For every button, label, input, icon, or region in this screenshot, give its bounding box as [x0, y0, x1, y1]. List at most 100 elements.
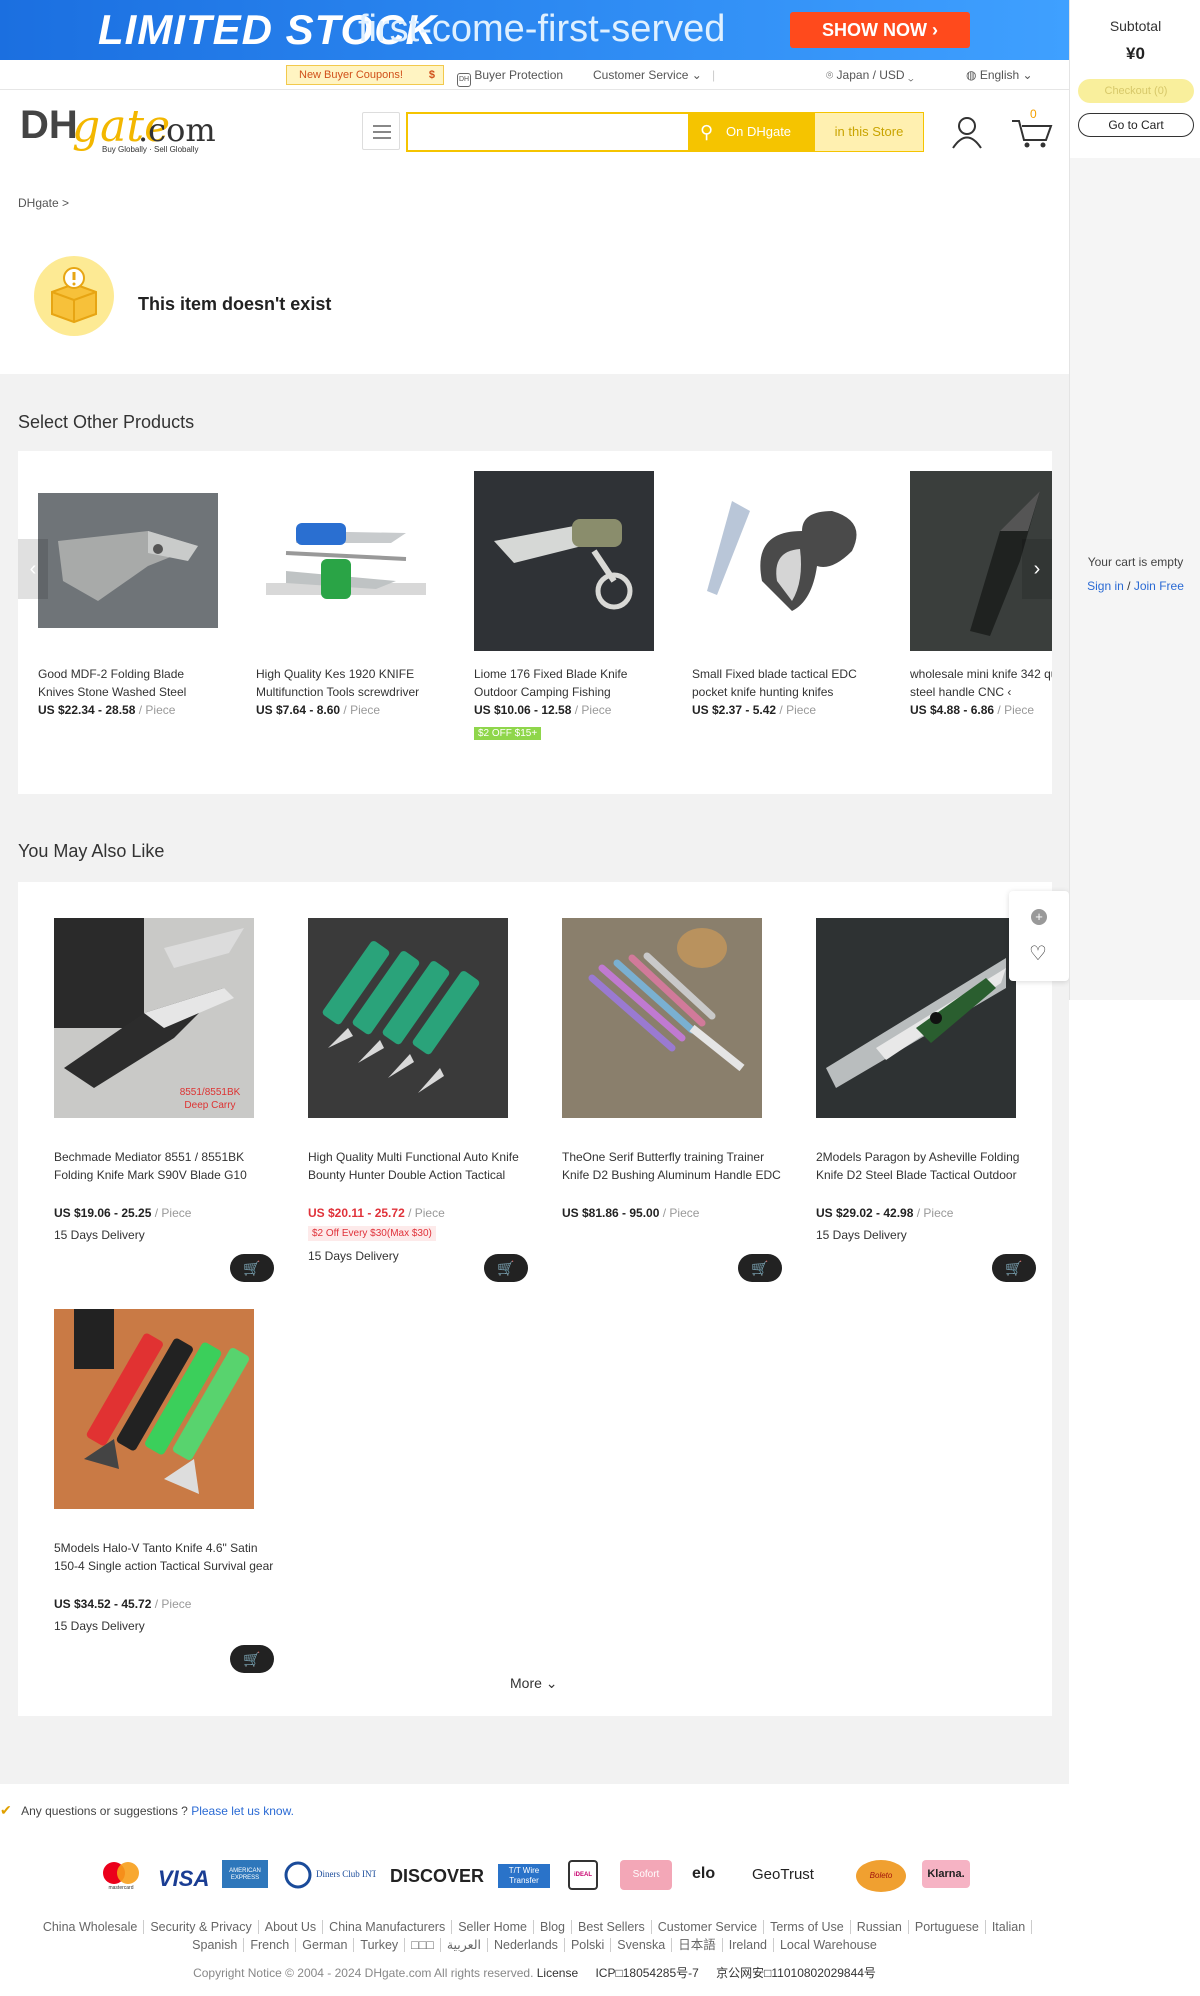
product-card[interactable]: 5Models Halo-V Tanto Knife 4.6" Satin 15…: [34, 1309, 274, 1673]
cart-plus-icon: 🛒: [1005, 1260, 1023, 1276]
add-to-cart-button[interactable]: 🛒: [230, 1645, 274, 1673]
customer-service-menu[interactable]: Customer Service ⌄: [593, 68, 702, 82]
footer-link[interactable]: Seller Home: [452, 1920, 534, 1934]
checkout-button[interactable]: Checkout (0): [1078, 79, 1194, 103]
footer-link[interactable]: German: [296, 1938, 355, 1952]
price-value: US $2.37 - 5.42: [692, 703, 777, 717]
footer-link[interactable]: French: [244, 1938, 297, 1952]
add-to-cart-button[interactable]: 🛒: [230, 1254, 274, 1282]
price-value: US $19.06 - 25.25: [54, 1206, 152, 1220]
region-currency-selector[interactable]: ⌾ Japan / USD ⌄: [826, 68, 914, 83]
ideal-logo: iDEAL: [568, 1860, 598, 1890]
show-now-button[interactable]: SHOW NOW ›: [790, 12, 970, 48]
footer-link[interactable]: Blog: [533, 1920, 573, 1934]
buyer-protection-link[interactable]: DH Buyer Protection: [457, 68, 563, 87]
product-card[interactable]: Small Fixed blade tactical EDC pocket kn…: [692, 471, 872, 717]
footer-link[interactable]: Portuguese: [908, 1920, 986, 1934]
floating-actions: + ♡: [1009, 891, 1069, 981]
feedback-link[interactable]: Please let us know.: [191, 1804, 294, 1818]
product-price: US $2.37 - 5.42 / Piece: [692, 703, 872, 717]
footer-link[interactable]: □□□: [405, 1938, 441, 1952]
footer-link[interactable]: About Us: [258, 1920, 324, 1934]
shield-icon: DH: [457, 73, 471, 87]
carousel-next-button[interactable]: ›: [1022, 539, 1052, 599]
category-menu-button[interactable]: [362, 112, 400, 150]
sign-in-link[interactable]: Sign in: [1087, 579, 1124, 593]
you-may-also-like-title: You May Also Like: [18, 841, 165, 861]
boleto-logo: Boleto: [856, 1860, 906, 1892]
footer-link[interactable]: العربية: [440, 1938, 488, 1952]
footer-link[interactable]: Russian: [850, 1920, 909, 1934]
footer-link[interactable]: Terms of Use: [764, 1920, 851, 1934]
delivery-time: 15 Days Delivery: [54, 1619, 145, 1633]
footer-link[interactable]: China Manufacturers: [323, 1920, 453, 1934]
klarna-logo: Klarna.: [922, 1860, 970, 1888]
chevron-down-icon: ⌄: [907, 68, 914, 82]
price-unit: / Piece: [779, 703, 817, 717]
join-free-link[interactable]: Join Free: [1134, 579, 1184, 593]
product-title: High Quality Multi Functional Auto Knife…: [308, 1150, 519, 1182]
price-value: US $29.02 - 42.98: [816, 1206, 914, 1220]
heart-icon[interactable]: ♡: [1029, 941, 1047, 966]
feedback-question: Any questions or suggestions ?: [21, 1804, 188, 1818]
footer-link[interactable]: Customer Service: [651, 1920, 765, 1934]
language-selector[interactable]: ◍ English ⌄: [966, 68, 1033, 82]
promo-banner[interactable]: LIMITED STOCK first-come-first-served SH…: [0, 0, 1069, 60]
chevron-down-icon: ⌄: [1022, 68, 1033, 82]
amex-logo: AMERICAN EXPRESS: [222, 1860, 268, 1888]
footer-link[interactable]: Italian: [985, 1920, 1033, 1934]
price-value: US $7.64 - 8.60: [256, 703, 341, 717]
footer-link[interactable]: Polski: [564, 1938, 612, 1952]
sofort-logo: Sofort: [620, 1860, 672, 1890]
chevron-right-icon: ›: [1033, 558, 1041, 580]
price-value: US $34.52 - 45.72: [54, 1597, 152, 1611]
footer-link[interactable]: Turkey: [354, 1938, 406, 1952]
price-unit: / Piece: [154, 1597, 192, 1611]
carousel-prev-button[interactable]: ‹: [18, 539, 48, 599]
search-on-dhgate-button[interactable]: ⚲ On DHgate: [688, 112, 814, 152]
search-input[interactable]: [406, 112, 688, 152]
product-card[interactable]: High Quality Kes 1920 KNIFE Multifunctio…: [256, 471, 436, 717]
footer-link[interactable]: Ireland: [722, 1938, 774, 1952]
region-label: Japan / USD: [836, 68, 905, 82]
product-title: Good MDF-2 Folding Blade Knives Stone Wa…: [38, 667, 187, 699]
license-link[interactable]: License: [537, 1966, 578, 1980]
beian-number[interactable]: 京公网安□11010802029844号: [716, 1966, 876, 1980]
header: DH gate .com Buy Globally · Sell Globall…: [0, 91, 1069, 166]
chevron-left-icon: ‹: [29, 558, 37, 580]
new-buyer-coupon[interactable]: New Buyer Coupons! $: [286, 65, 444, 85]
geotrust-logo: GeoTrust: [752, 1866, 814, 1883]
more-button[interactable]: More ⌄: [510, 1675, 558, 1692]
product-card[interactable]: 8551/8551BK Deep Carry Bechmade Mediator…: [34, 918, 274, 1282]
footer-link[interactable]: Nederlands: [488, 1938, 565, 1952]
cart-count-badge: 0: [1030, 107, 1037, 121]
footer-link[interactable]: Svenska: [611, 1938, 673, 1952]
product-price: US $7.64 - 8.60 / Piece: [256, 703, 436, 717]
add-to-cart-button[interactable]: 🛒: [484, 1254, 528, 1282]
dhgate-logo[interactable]: DH gate .com Buy Globally · Sell Globall…: [20, 101, 216, 155]
breadcrumb-home[interactable]: DHgate: [18, 196, 59, 210]
product-card[interactable]: Good MDF-2 Folding Blade Knives Stone Wa…: [38, 471, 218, 717]
search-in-store-button[interactable]: in this Store: [814, 112, 924, 152]
product-price: US $81.86 - 95.00 / Piece: [542, 1206, 782, 1220]
product-title: wholesale mini knife 342 quality steel h…: [910, 667, 1052, 699]
add-to-cart-button[interactable]: 🛒: [738, 1254, 782, 1282]
footer-link[interactable]: Security & Privacy: [144, 1920, 259, 1934]
footer-link[interactable]: Best Sellers: [572, 1920, 652, 1934]
add-to-cart-button[interactable]: 🛒: [992, 1254, 1036, 1282]
footer-link[interactable]: 日本語: [672, 1938, 723, 1952]
add-circle-icon[interactable]: +: [1031, 909, 1047, 925]
user-account-icon[interactable]: [950, 115, 984, 149]
footer-link[interactable]: Spanish: [186, 1938, 245, 1952]
icp-number[interactable]: ICP□18054285号-7: [595, 1966, 698, 1980]
go-to-cart-button[interactable]: Go to Cart: [1078, 113, 1194, 137]
product-card[interactable]: 2Models Paragon by Asheville Folding Kni…: [796, 918, 1036, 1282]
discover-logo: DISCOVER: [390, 1866, 485, 1886]
product-title: Small Fixed blade tactical EDC pocket kn…: [692, 667, 857, 699]
price-value: US $22.34 - 28.58: [38, 703, 136, 717]
footer-link[interactable]: China Wholesale: [36, 1920, 145, 1934]
product-card[interactable]: High Quality Multi Functional Auto Knife…: [288, 918, 528, 1282]
product-card[interactable]: Liome 176 Fixed Blade Knife Outdoor Camp…: [474, 471, 654, 740]
product-card[interactable]: TheOne Serif Butterfly training Trainer …: [542, 918, 782, 1282]
footer-link[interactable]: Local Warehouse: [774, 1938, 883, 1952]
